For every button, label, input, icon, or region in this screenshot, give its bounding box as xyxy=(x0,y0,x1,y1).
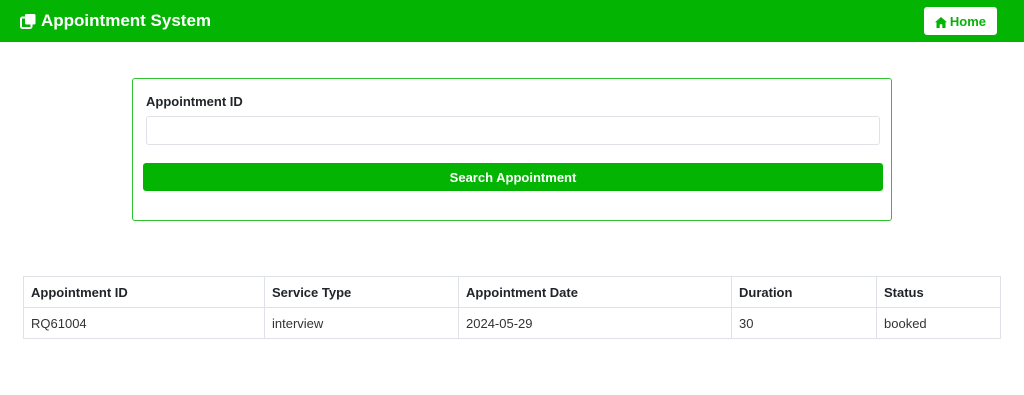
table-cell: interview xyxy=(264,307,459,339)
table-header-row: Appointment ID Service Type Appointment … xyxy=(23,276,1001,308)
table-row: RQ61004 interview 2024-05-29 30 booked xyxy=(23,307,1001,339)
home-icon xyxy=(934,16,947,28)
home-button[interactable]: Home xyxy=(923,7,997,35)
table-cell: 2024-05-29 xyxy=(458,307,732,339)
home-button-label: Home xyxy=(949,13,986,29)
column-header: Duration xyxy=(731,276,877,308)
appointment-id-input[interactable] xyxy=(146,116,880,145)
column-header: Appointment ID xyxy=(23,276,265,308)
app-title: Appointment System xyxy=(41,11,212,30)
navbar: Appointment System Home xyxy=(0,0,1024,42)
column-header: Status xyxy=(876,276,1001,308)
appointment-id-label: Appointment ID xyxy=(146,94,243,109)
appointments-table: Appointment ID Service Type Appointment … xyxy=(23,276,1001,339)
table-cell: booked xyxy=(876,307,1001,339)
brand[interactable]: Appointment System xyxy=(20,11,211,31)
search-appointment-button[interactable]: Search Appointment xyxy=(143,163,883,191)
search-card: Appointment ID Search Appointment xyxy=(132,78,892,221)
table-cell: 30 xyxy=(731,307,877,339)
table-cell: RQ61004 xyxy=(23,307,265,339)
clone-icon xyxy=(20,13,37,30)
column-header: Service Type xyxy=(264,276,459,308)
column-header: Appointment Date xyxy=(458,276,732,308)
